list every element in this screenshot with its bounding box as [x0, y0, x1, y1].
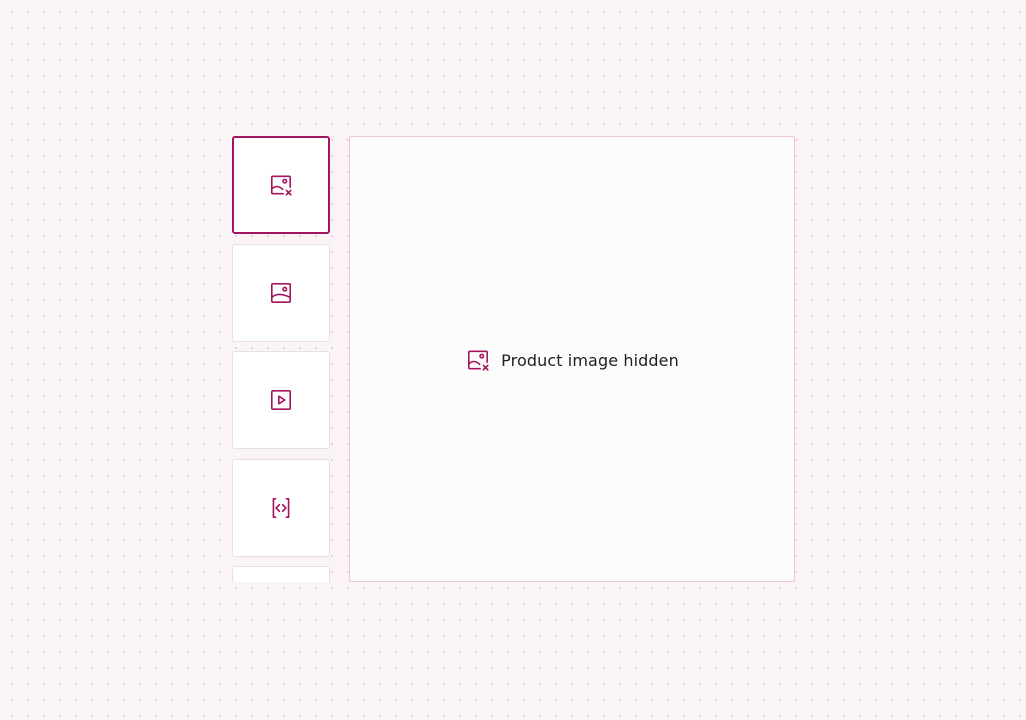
- thumbnail-video[interactable]: [232, 351, 330, 449]
- thumbnail-rail: [232, 136, 330, 582]
- thumbnail-image-partial[interactable]: [232, 566, 330, 582]
- code-embed-icon: [268, 495, 294, 521]
- product-media-gallery: Product image hidden: [232, 136, 795, 582]
- thumbnail-image[interactable]: [232, 244, 330, 342]
- image-hidden-icon: [268, 172, 294, 198]
- thumbnail-image-hidden[interactable]: [232, 136, 330, 234]
- hidden-image-message: Product image hidden: [501, 350, 679, 370]
- image-hidden-icon: [465, 347, 491, 373]
- media-viewer: Product image hidden: [349, 136, 795, 582]
- hidden-image-placeholder: Product image hidden: [350, 347, 794, 373]
- thumbnail-embed[interactable]: [232, 459, 330, 557]
- video-play-icon: [268, 387, 294, 413]
- image-icon: [268, 280, 294, 306]
